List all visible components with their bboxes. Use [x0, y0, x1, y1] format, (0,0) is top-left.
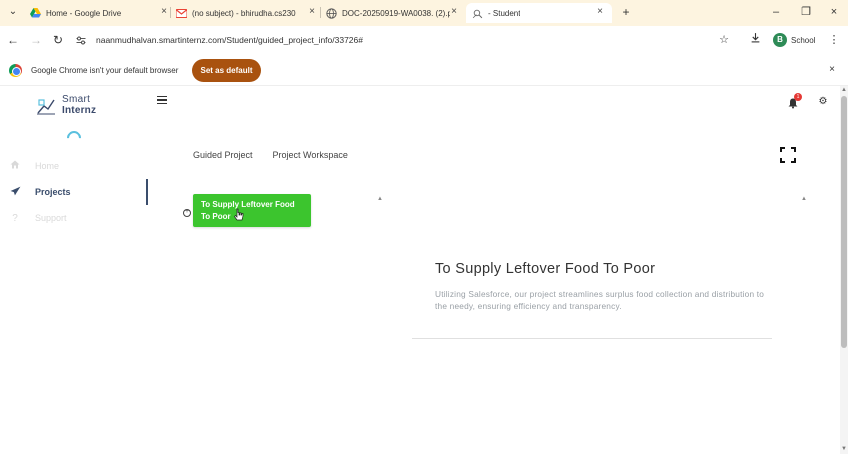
sidebar-item-projects[interactable]: Projects — [8, 184, 71, 200]
page-scrollbar[interactable]: ▲ ▼ — [840, 86, 848, 454]
bookmark-star-icon[interactable]: ☆ — [716, 32, 732, 48]
page-content: Smart Internz Home Projects ? Support Gu… — [0, 86, 840, 454]
back-arrow-icon[interactable]: ← — [5, 32, 21, 48]
browser-tab-gmail[interactable]: (no subject) - bhirudha.cs230 × — [176, 3, 318, 23]
browser-toolbar: ← → ↻ naanmudhalvan.smartinternz.com/Stu… — [0, 26, 848, 54]
close-tab-icon[interactable]: × — [448, 6, 460, 18]
gear-icon[interactable]: ⚙ — [817, 96, 829, 108]
sidebar-item-label: Home — [35, 161, 60, 171]
page-icon — [472, 8, 483, 19]
project-tabs: Guided Project Project Workspace — [193, 150, 368, 160]
infobar-message: Google Chrome isn't your default browser — [31, 66, 179, 75]
chrome-logo-icon — [9, 64, 22, 77]
close-tab-icon[interactable]: × — [594, 6, 606, 18]
tab-search-chevron-icon[interactable]: ⌄ — [6, 5, 20, 19]
paper-plane-icon — [8, 186, 22, 199]
tab-separator — [320, 7, 321, 18]
close-tab-icon[interactable]: × — [158, 6, 170, 18]
logo-text-smart: Smart — [62, 94, 91, 105]
divider — [412, 338, 772, 339]
browser-tab-document[interactable]: DOC-20250919-WA0038. (2).p × — [326, 3, 460, 23]
collapse-caret-icon[interactable]: ▲ — [801, 196, 807, 202]
logo-mark-icon — [37, 99, 55, 115]
default-browser-infobar: Google Chrome isn't your default browser… — [0, 56, 848, 86]
gmail-icon — [176, 8, 187, 19]
close-tab-icon[interactable]: × — [306, 6, 318, 18]
sidebar-item-home[interactable]: Home — [8, 158, 59, 174]
address-bar[interactable]: naanmudhalvan.smartinternz.com/Student/g… — [74, 30, 704, 50]
download-icon[interactable] — [747, 32, 763, 48]
profile-label: School — [791, 35, 816, 45]
reload-icon[interactable]: ↻ — [50, 32, 66, 48]
tab-title: (no subject) - bhirudha.cs230 — [192, 8, 296, 18]
scrollbar-thumb[interactable] — [841, 96, 847, 348]
tab-strip: ⌄ Home - Google Drive × (no subject) - b… — [0, 0, 848, 26]
more-menu-icon[interactable]: ⋮ — [826, 32, 842, 48]
sidebar-item-label: Projects — [35, 187, 71, 197]
globe-icon — [326, 7, 337, 19]
tab-separator — [170, 7, 171, 18]
tab-project-workspace[interactable]: Project Workspace — [273, 150, 348, 160]
new-tab-plus-icon[interactable]: + — [619, 5, 633, 19]
sidebar-item-support[interactable]: ? Support — [8, 210, 67, 226]
smartinternz-logo[interactable]: Smart Internz — [36, 94, 116, 118]
tab-title: - Student — [488, 8, 521, 18]
hamburger-menu-icon[interactable] — [157, 96, 167, 106]
browser-tab-student[interactable]: - Student × — [466, 3, 612, 23]
site-info-icon[interactable] — [74, 33, 88, 47]
notification-badge: 1 — [794, 93, 802, 101]
tab-guided-project[interactable]: Guided Project — [193, 150, 253, 160]
set-as-default-button[interactable]: Set as default — [192, 59, 261, 82]
project-title: To Supply Leftover Food To Poor — [435, 261, 656, 277]
avatar: B — [773, 33, 787, 47]
loading-spinner-icon — [64, 128, 84, 148]
restore-icon[interactable]: ❐ — [796, 4, 816, 20]
url-text: naanmudhalvan.smartinternz.com/Student/g… — [96, 35, 363, 45]
forward-arrow-icon[interactable]: → — [28, 32, 44, 48]
scroll-up-icon[interactable]: ▲ — [840, 86, 848, 94]
tab-title: Home - Google Drive — [46, 8, 122, 18]
active-indicator — [146, 179, 148, 205]
close-window-icon[interactable]: × — [824, 4, 844, 20]
profile-chip[interactable]: B School — [773, 31, 816, 49]
close-infobar-icon[interactable]: × — [826, 64, 838, 76]
scroll-down-icon[interactable]: ▼ — [840, 445, 848, 453]
tab-title: DOC-20250919-WA0038. (2).p — [342, 8, 450, 18]
sidebar-item-label: Support — [35, 213, 67, 223]
question-icon: ? — [12, 212, 18, 224]
expand-step-icon[interactable]: + — [183, 209, 191, 217]
home-icon — [8, 160, 22, 172]
project-description: Utilizing Salesforce, our project stream… — [435, 289, 765, 311]
minimize-icon[interactable]: – — [766, 4, 786, 20]
google-drive-icon — [30, 8, 41, 19]
notification-bell-icon[interactable]: 1 — [788, 93, 802, 110]
browser-tab-google-drive[interactable]: Home - Google Drive × — [30, 3, 170, 23]
fullscreen-icon[interactable] — [780, 147, 796, 163]
logo-text-internz: Internz — [62, 105, 97, 116]
step-card[interactable]: To Supply Leftover Food To Poor — [193, 194, 311, 227]
collapse-caret-icon[interactable]: ▲ — [377, 196, 383, 202]
mouse-cursor-icon — [234, 208, 244, 221]
